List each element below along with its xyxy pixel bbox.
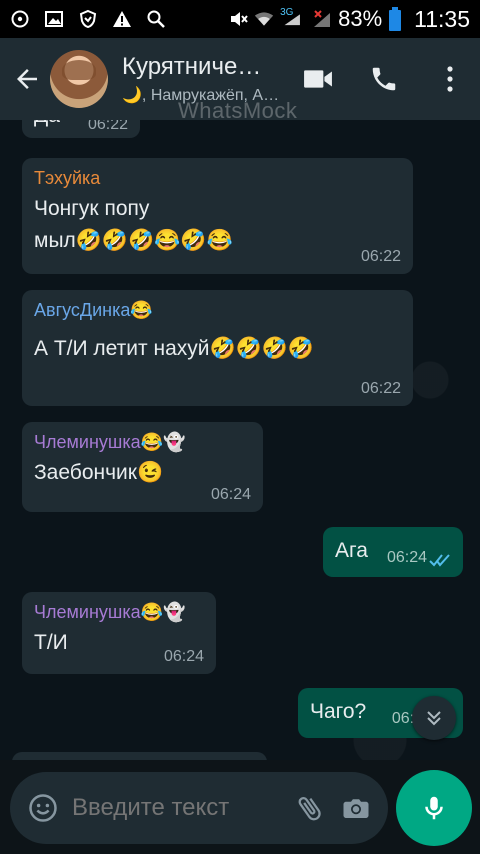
message-time: 06:24: [210, 486, 251, 503]
message-time: 06:22: [360, 380, 401, 397]
message-time: 06:22: [360, 248, 401, 265]
mic-icon: [425, 796, 443, 820]
message-bubble[interactable]: Тэхуйка Чонгук попу мыл🤣🤣🤣😂🤣😂 06:22: [22, 158, 413, 274]
message-text: Чонгук попу мыл🤣🤣🤣😂🤣😂: [34, 197, 233, 252]
image-icon: [44, 9, 64, 29]
message-time: 06:24: [386, 549, 427, 566]
wifi-icon: [254, 9, 274, 29]
signal-3g-icon: 3G: [280, 7, 306, 29]
warning-icon: [112, 9, 132, 29]
no-signal-icon: [312, 9, 332, 29]
clock: 11:35: [414, 5, 470, 32]
shield-icon: [78, 9, 98, 29]
battery-percent: 83%: [338, 6, 383, 31]
message-bubble-outgoing[interactable]: Ага 06:24: [323, 527, 463, 577]
message-text: А Т/И летит нахуй🤣🤣🤣🤣: [34, 337, 315, 360]
battery-icon: [388, 7, 402, 31]
message-bubble[interactable]: Члеминушка😂👻 Т/И 06:24: [22, 592, 216, 674]
double-chevron-down-icon: [427, 711, 441, 726]
chat-title: Курятниче…: [122, 53, 262, 80]
network-type: 3G: [280, 7, 294, 18]
more-options-icon[interactable]: [434, 63, 466, 95]
message-bubble-partial: [12, 752, 267, 760]
voice-call-icon[interactable]: [368, 63, 400, 95]
message-time: 06:22: [87, 120, 128, 133]
message-sender: Тэхуйка: [34, 168, 101, 188]
read-ticks-icon: [429, 553, 451, 567]
message-text: Ага: [335, 539, 368, 562]
whatsapp-notif-icon: [10, 9, 30, 29]
chat-header: Курятниче… 🌙, Намрукажёп, А… WhatsMock: [0, 38, 480, 123]
message-text: Да: [34, 120, 60, 132]
search-icon: [146, 9, 166, 29]
status-bar: 3G 83% 11:35: [0, 0, 480, 38]
message-bubble[interactable]: Да 06:22: [22, 120, 140, 138]
mute-icon: [228, 9, 248, 29]
video-call-icon[interactable]: [302, 63, 334, 95]
chat-area[interactable]: Да 06:22 Тэхуйка Чонгук попу мыл🤣🤣🤣😂🤣😂 0…: [0, 120, 480, 760]
message-sender: АвгусДинка😂: [34, 300, 153, 320]
message-text: Чаго?: [310, 700, 367, 723]
mic-button[interactable]: [396, 770, 472, 846]
message-bubble[interactable]: АвгусДинка😂 А Т/И летит нахуй🤣🤣🤣🤣 06:22: [22, 290, 413, 406]
scroll-down-button[interactable]: [412, 696, 456, 740]
message-bubble[interactable]: Члеминушка😂👻 Заебончик😉 06:24: [22, 422, 263, 512]
message-sender: Члеминушка😂👻: [34, 602, 186, 622]
message-input[interactable]: [72, 794, 262, 822]
message-sender: Члеминушка😂👻: [34, 432, 186, 452]
emoji-icon[interactable]: [26, 791, 60, 825]
back-arrow-icon[interactable]: [10, 62, 44, 96]
camera-icon[interactable]: [340, 792, 372, 824]
message-time: 06:24: [163, 648, 204, 665]
avatar[interactable]: [50, 50, 108, 108]
message-text: Заебончик😉: [34, 461, 164, 484]
message-composer: [10, 772, 388, 844]
attach-icon[interactable]: [294, 792, 326, 824]
